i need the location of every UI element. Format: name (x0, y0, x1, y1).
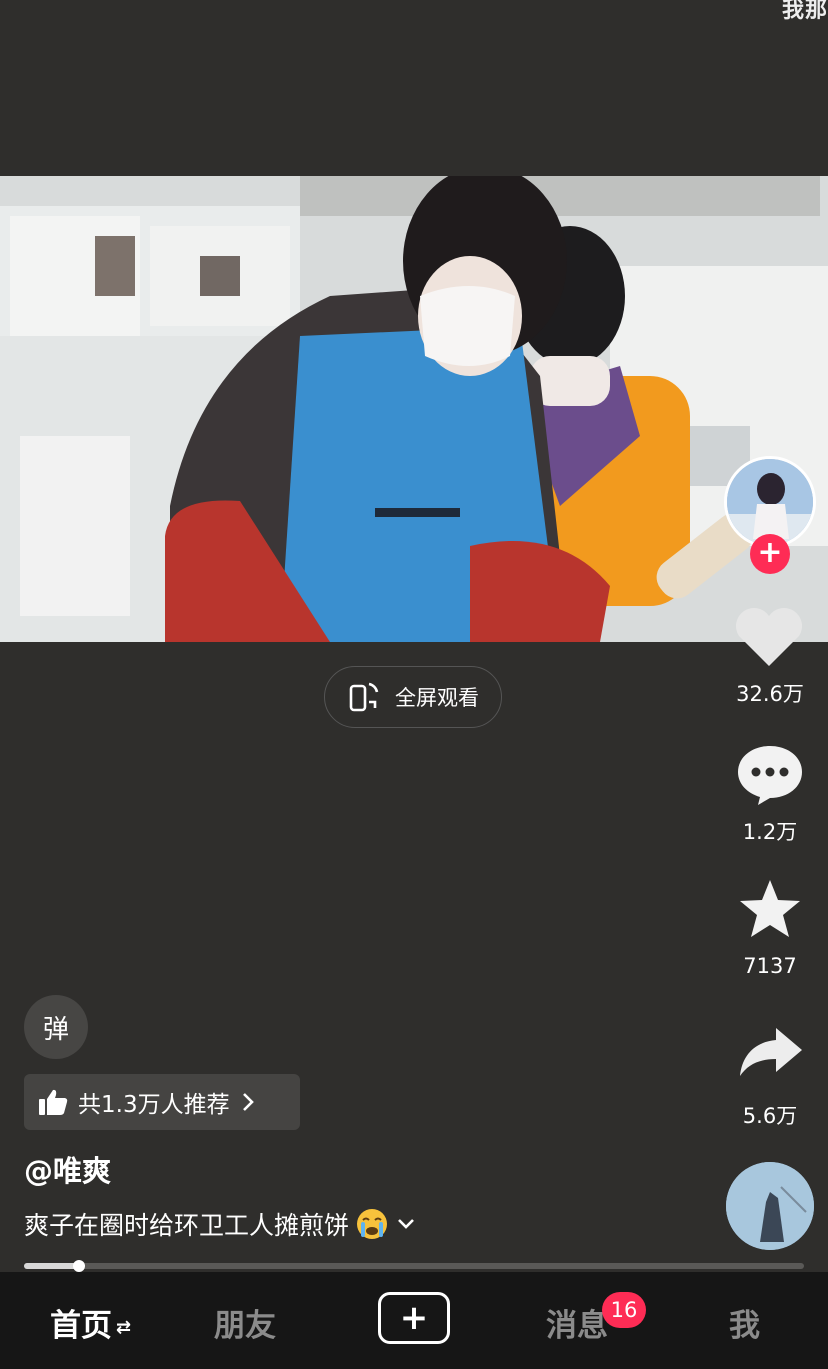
comment-count: 1.2万 (742, 820, 798, 844)
tab-friends[interactable]: 朋友 (214, 1300, 276, 1345)
music-disc[interactable] (726, 1162, 814, 1250)
plus-icon: + (399, 1298, 429, 1338)
chevron-down-icon[interactable] (395, 1215, 417, 1233)
top-corner-text: 我那 (781, 0, 828, 23)
share-count: 5.6万 (742, 1104, 798, 1128)
favorite-star-icon[interactable] (738, 878, 802, 940)
favorite-count: 7137 (743, 954, 797, 978)
follow-button[interactable]: + (750, 534, 790, 574)
thumbs-up-icon (39, 1089, 68, 1115)
crying-emoji-icon (357, 1209, 388, 1239)
create-post-button[interactable]: + (378, 1292, 450, 1344)
video-frame-illustration (0, 176, 828, 642)
rotate-screen-icon (349, 682, 379, 712)
like-icon[interactable] (733, 608, 805, 668)
danmu-toggle-button[interactable]: 弹 (24, 995, 88, 1059)
tab-messages[interactable]: 消息 (546, 1300, 608, 1345)
tab-home-label: 首页 (50, 1308, 112, 1344)
tab-me[interactable]: 我 (729, 1300, 760, 1345)
progress-fill (24, 1263, 79, 1269)
swap-icon: ⇄ (116, 1317, 132, 1338)
share-icon[interactable] (738, 1026, 804, 1078)
fullscreen-button[interactable]: 全屏观看 (324, 666, 502, 728)
author-avatar[interactable]: + (724, 456, 816, 574)
caption-text: 爽子在圈时给环卫工人摊煎饼 (24, 1211, 350, 1240)
bottom-tab-bar: 首页 ⇄ 朋友 + 消息 16 我 (0, 1272, 828, 1369)
progress-handle[interactable] (72, 1260, 85, 1272)
author-name[interactable]: @唯爽 (24, 1148, 111, 1190)
like-count: 32.6万 (736, 682, 804, 706)
chevron-right-icon (242, 1093, 254, 1111)
recommend-button[interactable]: 共1.3万人推荐 (24, 1074, 300, 1130)
video-progress-bar[interactable] (24, 1260, 804, 1272)
recommend-label: 共1.3万人推荐 (78, 1092, 230, 1118)
messages-badge: 16 (602, 1292, 646, 1328)
comment-icon[interactable] (736, 742, 804, 806)
video-caption[interactable]: 爽子在圈时给环卫工人摊煎饼 (24, 1206, 417, 1242)
video-player[interactable] (0, 176, 828, 642)
fullscreen-label: 全屏观看 (395, 686, 479, 710)
tab-home[interactable]: 首页 ⇄ (50, 1300, 131, 1345)
